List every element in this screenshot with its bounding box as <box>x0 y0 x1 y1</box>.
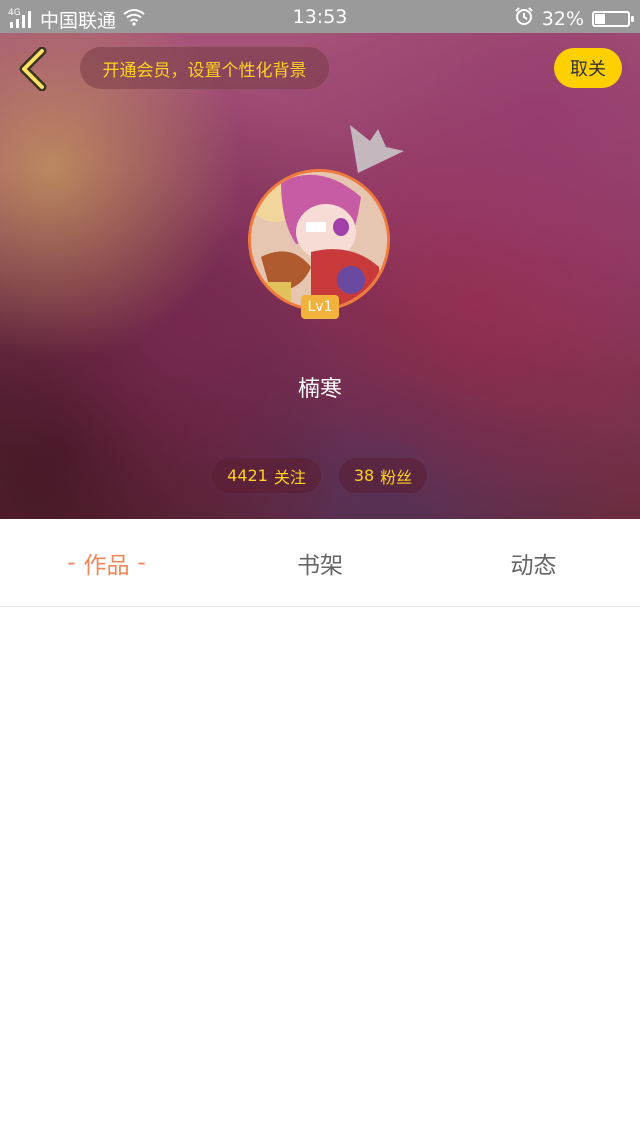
level-badge: Lv1 <box>301 295 339 319</box>
avatar[interactable] <box>248 169 390 311</box>
status-right: 32% <box>514 6 634 31</box>
unfollow-button[interactable]: 取关 <box>554 48 622 88</box>
back-button[interactable] <box>14 46 54 92</box>
status-bar: 4G 中国联通 13:53 32% <box>0 0 640 33</box>
battery-fill <box>595 13 606 24</box>
fans-label: 粉丝 <box>380 467 413 487</box>
battery-percent: 32% <box>541 7 584 30</box>
following-count-button[interactable]: 4421 关注 <box>212 458 321 493</box>
tab-content-area <box>0 607 640 1138</box>
alarm-icon <box>514 6 534 31</box>
tab-bookshelf[interactable]: 书架 <box>213 519 427 606</box>
crown-icon <box>350 125 404 173</box>
avatar-image <box>251 172 387 308</box>
tab-works-label: 作品 <box>83 552 130 579</box>
tab-activity[interactable]: 动态 <box>427 519 640 606</box>
tab-activity-label: 动态 <box>510 552 557 579</box>
profile-tabs: - 作品 - 书架 动态 <box>0 519 640 607</box>
username: 楠寒 <box>297 377 342 402</box>
active-tab-right-dash: - <box>137 549 146 576</box>
battery-icon <box>592 10 634 27</box>
fans-count: 38 <box>353 466 375 485</box>
following-label: 关注 <box>273 467 306 487</box>
tab-works[interactable]: - 作品 - <box>0 519 213 606</box>
tab-bookshelf-label: 书架 <box>297 552 343 579</box>
vip-background-banner[interactable]: 开通会员，设置个性化背景 <box>80 47 329 89</box>
active-tab-left-dash: - <box>67 549 76 576</box>
following-count: 4421 <box>227 466 268 485</box>
fans-count-button[interactable]: 38 粉丝 <box>339 458 427 493</box>
back-arrow-icon <box>19 46 47 92</box>
profile-header: 开通会员，设置个性化背景 取关 Lv1 楠寒 4421 关注 38 粉丝 <box>0 33 640 519</box>
